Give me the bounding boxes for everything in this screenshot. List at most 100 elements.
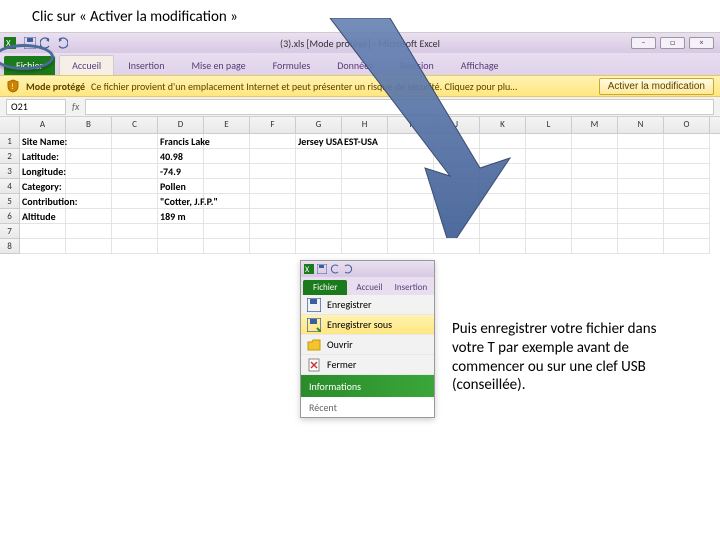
cell[interactable] [20, 239, 66, 254]
cell[interactable] [388, 164, 434, 179]
cell[interactable] [526, 224, 572, 239]
cell[interactable]: "Cotter, J.F.P." [158, 194, 204, 209]
tab-formulas[interactable]: Formules [260, 55, 324, 75]
cell[interactable] [112, 179, 158, 194]
cell[interactable] [526, 164, 572, 179]
cell[interactable] [112, 134, 158, 149]
row-header[interactable]: 8 [0, 239, 20, 254]
col-header-m[interactable]: M [572, 117, 618, 133]
cell[interactable] [388, 179, 434, 194]
cell[interactable] [296, 164, 342, 179]
cell[interactable] [204, 164, 250, 179]
cell[interactable] [250, 239, 296, 254]
minimize-button[interactable]: − [631, 37, 656, 49]
cell[interactable] [20, 224, 66, 239]
cell[interactable] [112, 224, 158, 239]
cell[interactable] [572, 134, 618, 149]
cell[interactable] [664, 149, 710, 164]
cell[interactable] [296, 149, 342, 164]
cell[interactable]: Contribution: [20, 194, 66, 209]
cell[interactable] [66, 194, 112, 209]
cell[interactable] [664, 164, 710, 179]
cell[interactable] [480, 224, 526, 239]
col-header-d[interactable]: D [158, 117, 204, 133]
cell[interactable]: Longitude: [20, 164, 66, 179]
cell[interactable]: Francis Lake [158, 134, 204, 149]
cell[interactable] [66, 149, 112, 164]
cell[interactable] [296, 224, 342, 239]
cell[interactable] [664, 224, 710, 239]
fx-icon[interactable]: fx [72, 100, 79, 113]
cell[interactable] [250, 149, 296, 164]
row-header[interactable]: 3 [0, 164, 20, 179]
menu-info[interactable]: Informations [301, 375, 434, 397]
cell[interactable] [664, 134, 710, 149]
row-header[interactable]: 1 [0, 134, 20, 149]
cell[interactable] [618, 224, 664, 239]
cell[interactable] [618, 164, 664, 179]
cell[interactable] [480, 179, 526, 194]
cell[interactable] [572, 179, 618, 194]
cell[interactable] [204, 239, 250, 254]
maximize-button[interactable]: □ [660, 37, 685, 49]
col-header-h[interactable]: H [342, 117, 388, 133]
cell[interactable] [434, 134, 480, 149]
row-header[interactable]: 6 [0, 209, 20, 224]
col-header-k[interactable]: K [480, 117, 526, 133]
cell[interactable] [526, 239, 572, 254]
cell[interactable] [66, 239, 112, 254]
name-box[interactable]: O21 [6, 99, 66, 115]
tab-review[interactable]: Révision [387, 55, 447, 75]
cell[interactable] [664, 179, 710, 194]
cell[interactable] [388, 239, 434, 254]
cell[interactable] [480, 209, 526, 224]
cell[interactable] [66, 179, 112, 194]
row-header[interactable]: 4 [0, 179, 20, 194]
cell[interactable] [66, 134, 112, 149]
cell[interactable] [66, 164, 112, 179]
cell[interactable] [434, 194, 480, 209]
cell[interactable] [664, 209, 710, 224]
cell[interactable] [526, 134, 572, 149]
enable-editing-button[interactable]: Activer la modification [599, 78, 714, 95]
cell[interactable] [158, 239, 204, 254]
cell[interactable] [112, 164, 158, 179]
cell[interactable] [250, 194, 296, 209]
cell[interactable] [526, 179, 572, 194]
small-tab-file[interactable]: Fichier [303, 280, 347, 295]
col-header-f[interactable]: F [250, 117, 296, 133]
close-button[interactable]: × [689, 37, 714, 49]
cell[interactable] [618, 134, 664, 149]
cell[interactable] [112, 239, 158, 254]
cell[interactable] [572, 209, 618, 224]
cell[interactable] [572, 194, 618, 209]
cell[interactable] [480, 149, 526, 164]
cell[interactable] [112, 149, 158, 164]
cell[interactable] [296, 179, 342, 194]
cell[interactable]: 189 m [158, 209, 204, 224]
cell[interactable] [434, 224, 480, 239]
tab-file[interactable]: Fichier [4, 56, 55, 75]
cell[interactable] [388, 149, 434, 164]
cell[interactable]: Site Name: [20, 134, 66, 149]
cell[interactable] [342, 149, 388, 164]
cell[interactable] [250, 209, 296, 224]
cell[interactable] [250, 164, 296, 179]
menu-close[interactable]: Fermer [301, 355, 434, 375]
row-header[interactable]: 7 [0, 224, 20, 239]
cell[interactable]: Category: [20, 179, 66, 194]
cell[interactable]: Jersey USA [296, 134, 342, 149]
cell[interactable]: Pollen [158, 179, 204, 194]
select-all-corner[interactable] [0, 117, 20, 133]
cell[interactable] [296, 239, 342, 254]
cell[interactable] [572, 164, 618, 179]
cell[interactable] [204, 209, 250, 224]
cell[interactable] [480, 239, 526, 254]
cell[interactable] [342, 179, 388, 194]
cell[interactable] [250, 179, 296, 194]
cell[interactable] [388, 224, 434, 239]
menu-open[interactable]: Ouvrir [301, 335, 434, 355]
redo-icon[interactable] [56, 37, 68, 49]
formula-input[interactable] [85, 99, 714, 115]
cell[interactable]: Latitude: [20, 149, 66, 164]
